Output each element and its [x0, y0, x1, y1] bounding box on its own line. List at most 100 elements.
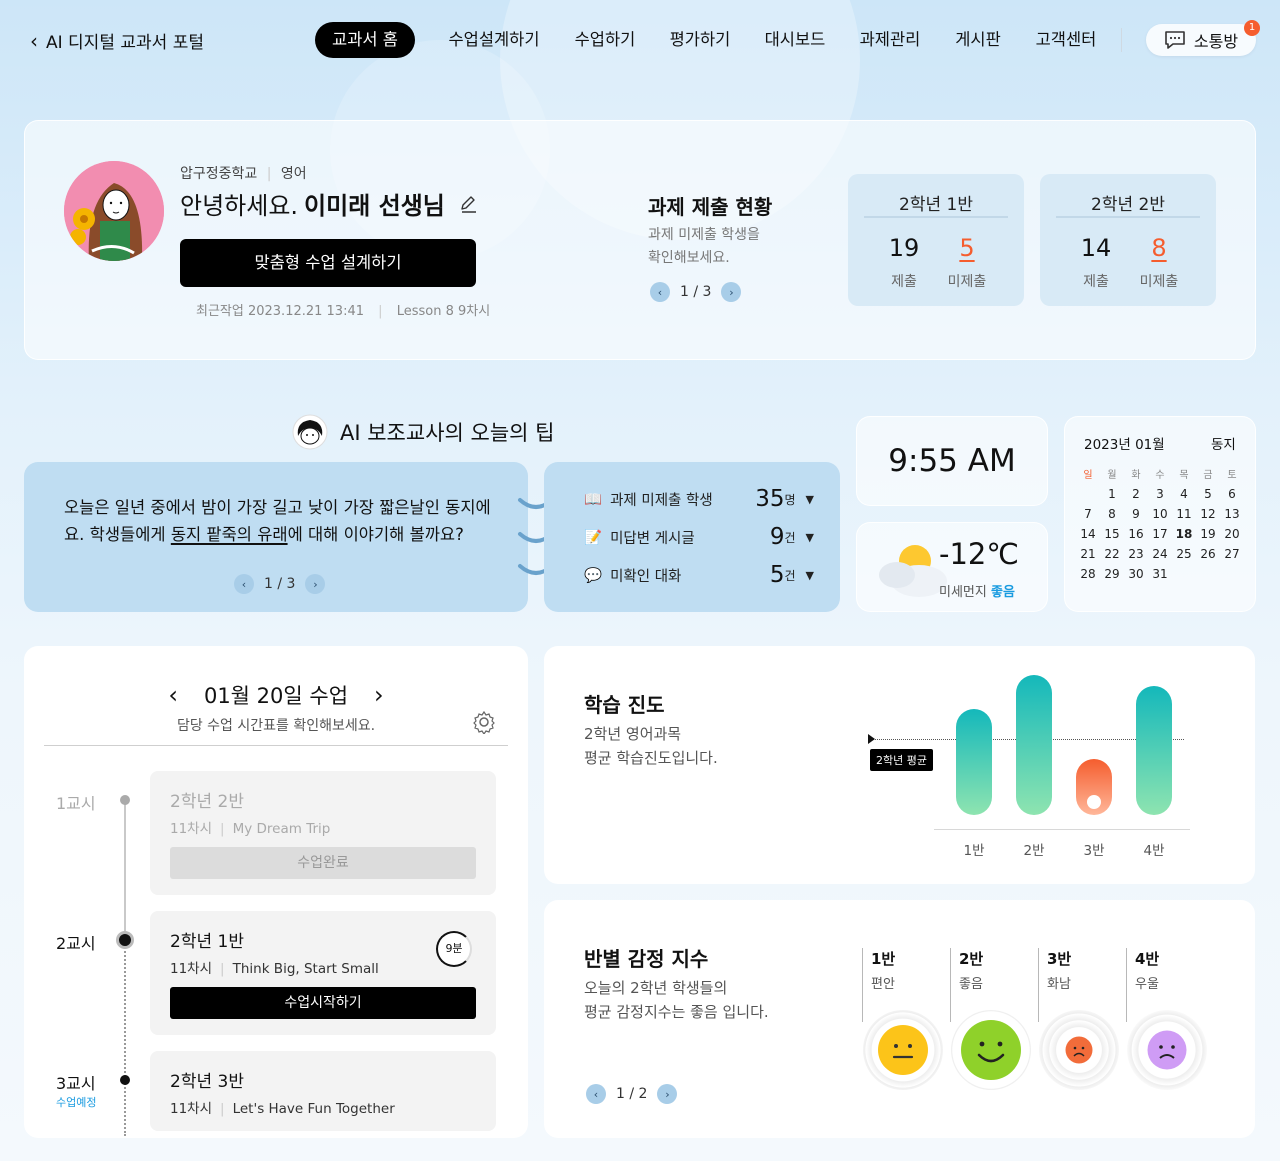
calendar-day[interactable]: 3 [1148, 487, 1172, 501]
calendar-day[interactable]: 9 [1124, 507, 1148, 521]
avatar-illustration [64, 161, 164, 261]
prev-day-button[interactable]: ‹ [168, 681, 178, 709]
dropdown-arrow-icon[interactable]: ▼ [806, 531, 814, 544]
stat-row-missing-assignments[interactable]: 📖 과제 미제출 학생 35 명 ▼ [584, 486, 814, 512]
calendar-day[interactable]: 10 [1148, 507, 1172, 521]
weekday-header: 일 [1083, 470, 1093, 481]
assignment-status-title: 과제 제출 현황 [648, 195, 773, 219]
calendar-day[interactable]: 5 [1196, 487, 1220, 501]
missing-count[interactable]: 8 [1129, 234, 1189, 262]
calendar-day[interactable]: 8 [1100, 507, 1124, 521]
timetable-subtitle: 담당 수업 시간표를 확인해보세요. [176, 718, 376, 734]
calendar-day[interactable]: 6 [1220, 487, 1244, 501]
calendar-day[interactable]: 25 [1172, 547, 1196, 561]
prev-page-button[interactable]: ‹ [234, 574, 254, 594]
progress-bar [1136, 686, 1172, 815]
missing-count[interactable]: 5 [937, 234, 997, 262]
calendar-day[interactable]: 13 [1220, 507, 1244, 521]
lesson-session: 11차시 [170, 821, 213, 837]
emotion-class-name: 2반 [959, 950, 984, 968]
dropdown-arrow-icon[interactable]: ▼ [806, 493, 814, 506]
calendar-day[interactable]: 20 [1220, 527, 1244, 541]
portal-title: AI 디지털 교과서 포털 [46, 33, 204, 53]
emotion-desc: 오늘의 2학년 학생들의 평균 감정지수는 좋음 입니다. [584, 976, 769, 1024]
calendar-day[interactable]: 15 [1100, 527, 1124, 541]
calendar-day[interactable]: 30 [1124, 567, 1148, 581]
nav-item-support[interactable]: 고객센터 [1025, 22, 1107, 58]
stat-row-unanswered-posts[interactable]: 📝 미답변 게시글 9 건 ▼ [584, 524, 814, 550]
calendar-day-today[interactable]: 18 [1172, 527, 1196, 541]
period-label: 3교시 [56, 1074, 96, 1093]
calendar-day[interactable]: 31 [1148, 567, 1172, 581]
progress-bar [1016, 675, 1052, 815]
calendar-day[interactable]: 29 [1100, 567, 1124, 581]
lesson-card-done[interactable]: 2학년 2반 11차시 | My Dream Trip 수업완료 [150, 771, 496, 895]
lesson-card-upcoming[interactable]: 2학년 3반 11차시 | Let's Have Fun Together [150, 1051, 496, 1131]
emotion-face-wrapper [863, 1010, 943, 1090]
calendar-day[interactable]: 21 [1076, 547, 1100, 561]
calendar-day[interactable]: 24 [1148, 547, 1172, 561]
nav-item-teach[interactable]: 수업하기 [565, 22, 645, 58]
clock-time: 9:55 AM [888, 443, 1016, 479]
timeline-dot [120, 795, 130, 805]
stat-row-unread-chats[interactable]: 💬 미확인 대화 5 건 ▼ [584, 562, 814, 588]
emotion-class-label: 우울 [1135, 977, 1159, 992]
calendar-grid: 일 월 화 수 목 금 토 1 2 3 4 5 6 7 8 9 10 11 12 13 14 15 16 17 18 19 20 21… [1076, 466, 1244, 581]
calendar-day[interactable]: 26 [1196, 547, 1220, 561]
next-page-button[interactable]: › [721, 282, 742, 302]
lesson-topic: My Dream Trip [232, 821, 331, 837]
next-page-button[interactable]: › [657, 1084, 678, 1104]
greeting: 안녕하세요. 이미래 선생님 [180, 186, 479, 221]
calendar-day[interactable]: 11 [1172, 507, 1196, 521]
tip-topic-link[interactable]: 동지 팥죽의 유래 [171, 525, 288, 544]
calendar-day[interactable]: 23 [1124, 547, 1148, 561]
chat-room-button[interactable]: 소통방 [1146, 24, 1256, 56]
calendar-day[interactable]: 27 [1220, 547, 1244, 561]
calendar-day[interactable]: 1 [1100, 487, 1124, 501]
calendar-day[interactable]: 4 [1172, 487, 1196, 501]
nav-item-assignments[interactable]: 과제관리 [850, 22, 930, 58]
settings-gear-icon[interactable] [472, 710, 496, 734]
recent-lesson: Lesson 8 9차시 [396, 304, 491, 319]
emotion-pager: ‹ 1 / 2 › [586, 1084, 678, 1104]
calendar-day[interactable]: 12 [1196, 507, 1220, 521]
nav-item-board[interactable]: 게시판 [945, 22, 1011, 58]
page-indicator: 1 / 2 [616, 1086, 648, 1102]
stat-value: 9 [769, 524, 785, 550]
stat-label: 과제 미제출 학생 [610, 492, 713, 509]
submitted-count: 14 [1080, 234, 1112, 262]
nav-item-textbook-home[interactable]: 교과서 홈 [315, 22, 415, 58]
nav-item-evaluate[interactable]: 평가하기 [660, 22, 740, 58]
next-page-button[interactable]: › [305, 574, 326, 594]
page-indicator: 1 / 3 [680, 284, 712, 300]
calendar-day[interactable]: 14 [1076, 527, 1100, 541]
edit-pencil-icon[interactable] [459, 194, 479, 214]
prev-page-button[interactable]: ‹ [586, 1084, 606, 1104]
calendar-day[interactable]: 17 [1148, 527, 1172, 541]
timetable-date: 01월 20일 수업 [203, 684, 349, 708]
lesson-card-current[interactable]: 2학년 1반 11차시 | Think Big, Start Small 9분 수업… [150, 911, 496, 1035]
neutral-face-icon [878, 1025, 928, 1075]
calendar-day[interactable]: 19 [1196, 527, 1220, 541]
chat-room-label: 소통방 [1193, 32, 1239, 51]
bar-category-label: 3반 [1083, 843, 1105, 859]
next-day-button[interactable]: › [374, 681, 384, 709]
nav-item-dashboard[interactable]: 대시보드 [755, 22, 835, 58]
divider [44, 745, 508, 746]
start-lesson-button[interactable]: 수업시작하기 [170, 987, 476, 1019]
calendar-day[interactable]: 2 [1124, 487, 1148, 501]
calendar-day[interactable]: 22 [1100, 547, 1124, 561]
timetable-header: ‹ 01월 20일 수업 › [24, 680, 528, 710]
timeline-line [124, 940, 126, 1136]
calendar-day[interactable]: 16 [1124, 527, 1148, 541]
back-to-portal-link[interactable]: ‹ AI 디지털 교과서 포털 [30, 28, 204, 54]
greeting-text: 안녕하세요. [180, 192, 299, 220]
prev-page-button[interactable]: ‹ [650, 282, 670, 302]
nav-item-lesson-design[interactable]: 수업설계하기 [437, 22, 551, 58]
dropdown-arrow-icon[interactable]: ▼ [806, 569, 814, 582]
progress-bar-chart: 2학년 평균 1반 2반 3반 4반 [866, 670, 1196, 860]
calendar-day[interactable]: 28 [1076, 567, 1100, 581]
custom-lesson-design-button[interactable]: 맞춤형 수업 설계하기 [180, 239, 476, 287]
calendar-day[interactable]: 7 [1076, 507, 1100, 521]
smile-face-icon [961, 1020, 1021, 1080]
